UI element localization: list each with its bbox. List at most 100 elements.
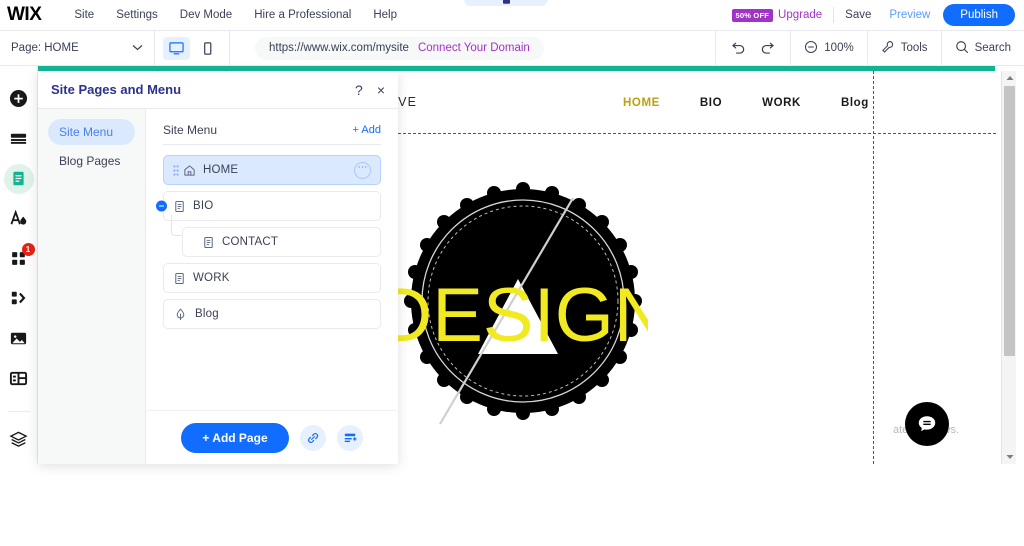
undo-icon xyxy=(732,42,745,54)
logo-graphic: DESIGN xyxy=(398,182,648,425)
site-header: ATIVE HOME BIO WORK Blog xyxy=(398,71,996,133)
tools-icon xyxy=(881,40,895,57)
content-manager-button[interactable] xyxy=(4,363,34,393)
layers-button[interactable] xyxy=(4,424,34,454)
media-manager-button[interactable] xyxy=(4,323,34,353)
add-elements-button[interactable] xyxy=(4,84,34,114)
wix-editor-window: WIX Site Settings Dev Mode Hire a Profes… xyxy=(0,0,1024,546)
rail-divider xyxy=(7,411,30,413)
page-row-home[interactable]: HOME ⋯ xyxy=(163,155,381,185)
panel-footer: + Add Page xyxy=(146,410,398,464)
divider xyxy=(833,7,835,23)
editor-toolbar: Page: HOME https://www.wix.com/mysite Co… xyxy=(0,31,1024,66)
add-dropdown-icon xyxy=(344,433,357,442)
blocks-button[interactable] xyxy=(4,283,34,313)
blocks-icon xyxy=(11,292,25,305)
site-url-area: https://www.wix.com/mysite Connect Your … xyxy=(230,31,715,65)
menu-list-title: Site Menu xyxy=(163,123,218,137)
collapse-toggle-button[interactable] xyxy=(156,200,167,212)
page-selector[interactable]: Page: HOME xyxy=(0,31,155,65)
add-menu-item-link[interactable]: + Add xyxy=(353,124,381,136)
toolbar-right-group: 100% Tools Search xyxy=(715,31,1024,65)
zoom-out-icon[interactable] xyxy=(804,40,818,57)
page-icon xyxy=(173,272,186,285)
add-link-icon xyxy=(307,432,318,443)
upgrade-link[interactable]: Upgrade xyxy=(778,9,822,21)
home-icon xyxy=(183,164,196,177)
desktop-icon xyxy=(169,41,184,54)
chevron-down-icon xyxy=(132,43,143,54)
media-manager-icon xyxy=(10,332,27,344)
site-nav-work[interactable]: WORK xyxy=(762,97,801,109)
help-icon[interactable]: ? xyxy=(355,83,363,97)
pages-button[interactable] xyxy=(3,163,34,194)
logo-text-design: DESIGN xyxy=(398,273,648,358)
blog-pen-icon xyxy=(175,307,186,321)
search-button[interactable]: Search xyxy=(940,31,1024,65)
zoom-control[interactable]: 100% xyxy=(790,31,866,65)
tab-blog-pages[interactable]: Blog Pages xyxy=(48,148,135,174)
topmenu-hire-professional[interactable]: Hire a Professional xyxy=(243,5,362,25)
tree-connector xyxy=(171,215,182,236)
tools-button[interactable]: Tools xyxy=(866,31,941,65)
apps-notification-badge: 1 xyxy=(21,242,35,256)
zoom-level-label: 100% xyxy=(824,42,854,54)
topmenu-site[interactable]: Site xyxy=(63,5,105,25)
close-icon[interactable]: × xyxy=(377,83,385,97)
scrollbar-thumb[interactable] xyxy=(1004,86,1015,356)
desktop-view-button[interactable] xyxy=(163,36,190,60)
panel-body: Site Menu Blog Pages Site Menu + Add HOM… xyxy=(38,109,398,464)
topmenu-dev-mode[interactable]: Dev Mode xyxy=(169,5,243,25)
page-row-contact[interactable]: CONTACT xyxy=(171,215,381,257)
page-bottom-area xyxy=(0,464,1024,546)
site-nav-bio[interactable]: BIO xyxy=(700,97,722,109)
redo-button[interactable] xyxy=(760,39,775,57)
site-logo[interactable]: DESIGN xyxy=(398,176,648,426)
canvas-right-edge xyxy=(1016,71,1024,464)
sections-button[interactable] xyxy=(4,124,34,154)
redo-icon xyxy=(762,42,775,54)
undo-button[interactable] xyxy=(731,39,746,57)
site-url-text: https://www.wix.com/mysite xyxy=(269,42,409,54)
topmenu-help[interactable]: Help xyxy=(362,5,408,25)
preview-button[interactable]: Preview xyxy=(889,9,930,21)
publish-button[interactable]: Publish xyxy=(943,4,1015,26)
site-url-pill[interactable]: https://www.wix.com/mysite Connect Your … xyxy=(255,36,544,60)
panel-header-actions: ? × xyxy=(355,83,385,97)
wix-logo[interactable]: WIX xyxy=(7,4,42,26)
chip-icon xyxy=(502,0,510,4)
apps-market-button[interactable]: 1 xyxy=(4,242,35,274)
chat-widget-button[interactable] xyxy=(905,402,949,446)
page-icon xyxy=(173,200,186,213)
scroll-down-button[interactable] xyxy=(1002,450,1017,464)
canvas-scrollbar[interactable] xyxy=(1001,71,1016,464)
topmenu-settings[interactable]: Settings xyxy=(105,5,169,25)
site-nav-home[interactable]: HOME xyxy=(623,97,660,109)
page-label: BIO xyxy=(193,200,214,212)
add-dropdown-button[interactable] xyxy=(336,424,363,451)
device-switcher xyxy=(155,31,230,65)
mobile-icon xyxy=(204,41,212,55)
page-row-blog[interactable]: Blog xyxy=(163,299,381,329)
scroll-up-button[interactable] xyxy=(1002,71,1017,85)
page-label: HOME xyxy=(203,164,239,176)
page-row-bio[interactable]: BIO xyxy=(156,191,381,221)
page-selector-label: Page: HOME xyxy=(11,42,79,54)
connect-domain-link[interactable]: Connect Your Domain xyxy=(418,42,530,54)
tab-site-menu[interactable]: Site Menu xyxy=(48,119,135,145)
page-label: WORK xyxy=(193,272,230,284)
sections-icon xyxy=(10,134,27,145)
page-row-work[interactable]: WORK xyxy=(163,263,381,293)
save-button[interactable]: Save xyxy=(845,9,871,21)
panel-header: Site Pages and Menu ? × xyxy=(38,71,398,109)
theme-manager-button[interactable] xyxy=(4,204,34,234)
site-nav-blog[interactable]: Blog xyxy=(841,97,869,109)
page-more-options-button[interactable]: ⋯ xyxy=(354,161,371,179)
add-page-button[interactable]: + Add Page xyxy=(181,422,289,453)
add-link-button[interactable] xyxy=(299,424,326,451)
floating-top-chip[interactable] xyxy=(464,0,548,6)
mobile-view-button[interactable] xyxy=(194,37,221,60)
drag-handle-icon[interactable] xyxy=(173,164,179,176)
site-canvas[interactable]: ATIVE HOME BIO WORK Blog xyxy=(398,71,996,464)
add-elements-icon xyxy=(9,90,28,108)
